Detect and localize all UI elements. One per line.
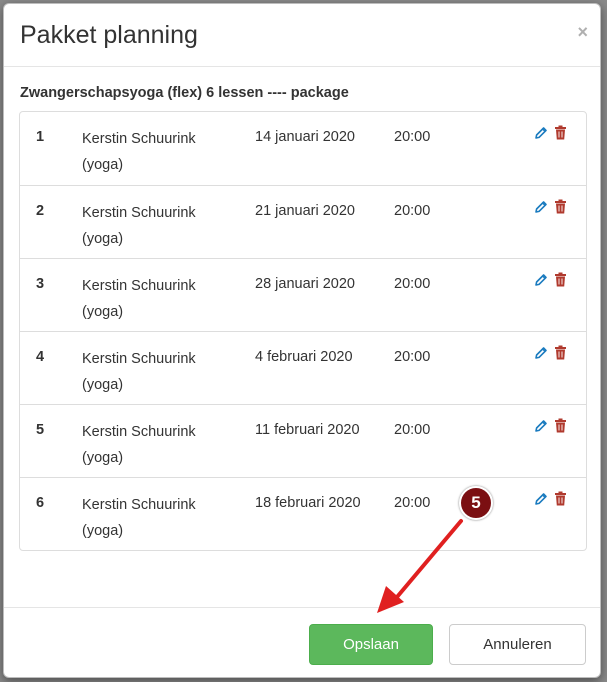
trash-icon[interactable] (554, 345, 567, 360)
trash-icon[interactable] (554, 199, 567, 214)
trash-icon[interactable] (554, 272, 567, 287)
teacher-cell: Kerstin Schuurink (yoga) (82, 273, 242, 325)
pencil-icon[interactable] (534, 273, 548, 287)
teacher-cell: Kerstin Schuurink (yoga) (82, 126, 242, 178)
lesson-time: 20:00 (394, 203, 431, 219)
trash-icon[interactable] (554, 125, 567, 140)
pencil-icon[interactable] (534, 200, 548, 214)
lesson-category: (yoga) (82, 450, 124, 466)
teacher-cell: Kerstin Schuurink (yoga) (82, 419, 242, 471)
save-button[interactable]: Opslaan (309, 624, 433, 665)
lesson-date: 4 februari 2020 (255, 349, 353, 365)
modal-footer: Opslaan Annuleren (4, 607, 600, 677)
pencil-icon[interactable] (534, 492, 548, 506)
modal-title: Pakket planning (20, 21, 198, 49)
lesson-number: 3 (36, 276, 45, 292)
lesson-date: 18 februari 2020 (255, 495, 361, 511)
lesson-time: 20:00 (394, 129, 431, 145)
package-planning-modal: Pakket planning × Zwangerschapsyoga (fle… (3, 3, 601, 678)
lesson-number: 1 (36, 129, 45, 145)
lesson-date: 28 januari 2020 (255, 276, 355, 292)
lesson-category: (yoga) (82, 523, 124, 539)
package-title: Zwangerschapsyoga (flex) 6 lessen ---- p… (20, 85, 349, 101)
trash-icon[interactable] (554, 491, 567, 506)
teacher-cell: Kerstin Schuurink (yoga) (82, 492, 242, 544)
pencil-icon[interactable] (534, 419, 548, 433)
lesson-date: 11 februari 2020 (255, 422, 360, 438)
table-row: 5 Kerstin Schuurink (yoga) 11 februari 2… (20, 404, 586, 477)
teacher-name: Kerstin Schuurink (82, 351, 196, 367)
lesson-category: (yoga) (82, 304, 124, 320)
lesson-number: 4 (36, 349, 45, 365)
teacher-cell: Kerstin Schuurink (yoga) (82, 346, 242, 398)
teacher-name: Kerstin Schuurink (82, 424, 196, 440)
table-row: 1 Kerstin Schuurink (yoga) 14 januari 20… (20, 112, 586, 185)
modal-header: Pakket planning × (4, 4, 600, 67)
lesson-number: 2 (36, 203, 45, 219)
lesson-time: 20:00 (394, 349, 431, 365)
cancel-button[interactable]: Annuleren (449, 624, 586, 665)
trash-icon[interactable] (554, 418, 567, 433)
lesson-date: 21 januari 2020 (255, 203, 355, 219)
pencil-icon[interactable] (534, 126, 548, 140)
lesson-time: 20:00 (394, 422, 431, 438)
lesson-number: 5 (36, 422, 45, 438)
pencil-icon[interactable] (534, 346, 548, 360)
table-row: 2 Kerstin Schuurink (yoga) 21 januari 20… (20, 185, 586, 258)
lesson-date: 14 januari 2020 (255, 129, 355, 145)
teacher-name: Kerstin Schuurink (82, 205, 196, 221)
teacher-name: Kerstin Schuurink (82, 278, 196, 294)
close-button[interactable]: × (577, 23, 588, 41)
lesson-category: (yoga) (82, 231, 124, 247)
step-number-badge: 5 (459, 486, 493, 520)
lesson-category: (yoga) (82, 157, 124, 173)
teacher-cell: Kerstin Schuurink (yoga) (82, 200, 242, 252)
teacher-name: Kerstin Schuurink (82, 497, 196, 513)
table-row: 6 Kerstin Schuurink (yoga) 18 februari 2… (20, 477, 586, 550)
lesson-time: 20:00 (394, 276, 431, 292)
lesson-number: 6 (36, 495, 45, 511)
lesson-time: 20:00 (394, 495, 431, 511)
teacher-name: Kerstin Schuurink (82, 131, 196, 147)
lesson-category: (yoga) (82, 377, 124, 393)
table-row: 4 Kerstin Schuurink (yoga) 4 februari 20… (20, 331, 586, 404)
lesson-table: 1 Kerstin Schuurink (yoga) 14 januari 20… (19, 111, 587, 551)
table-row: 3 Kerstin Schuurink (yoga) 28 januari 20… (20, 258, 586, 331)
